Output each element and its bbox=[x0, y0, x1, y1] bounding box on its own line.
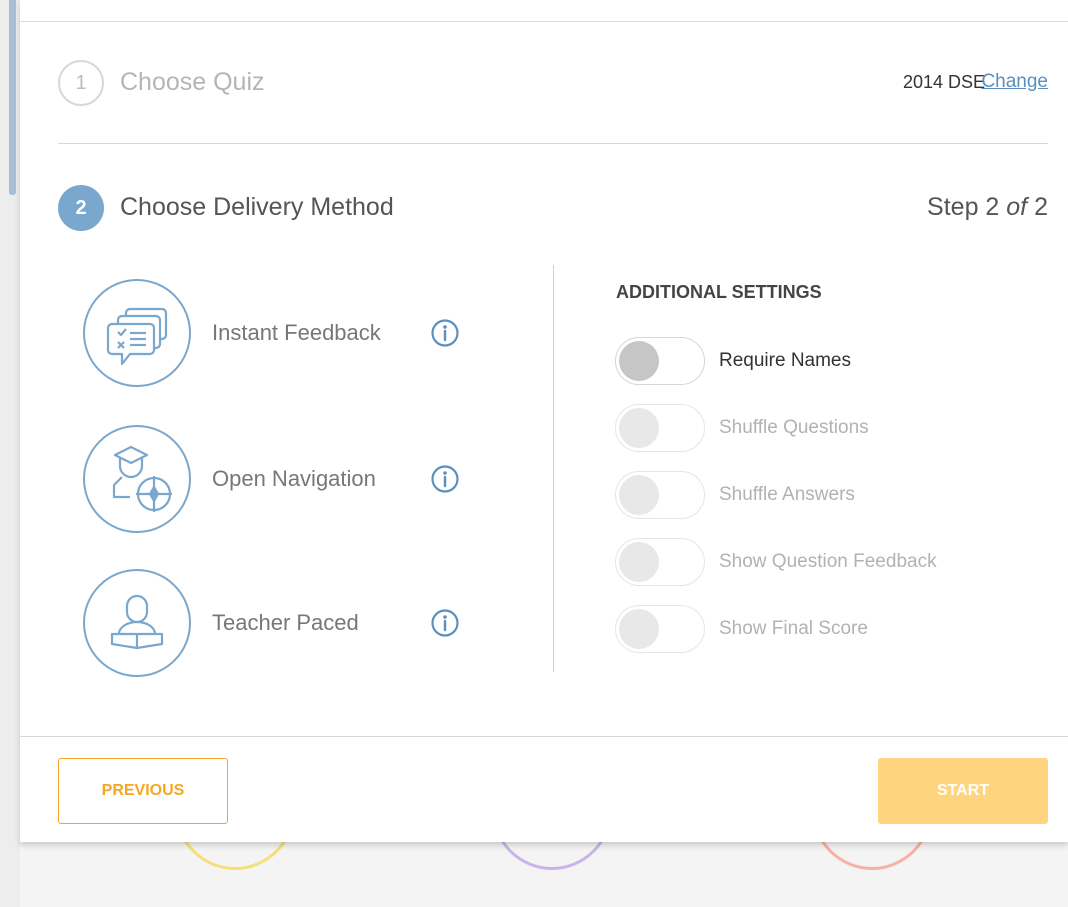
teacher-book-icon[interactable] bbox=[82, 568, 192, 678]
step-1-number: 1 bbox=[58, 60, 104, 106]
shuffle-answers-toggle[interactable] bbox=[615, 471, 705, 519]
delivery-method-teacher-paced[interactable]: Teacher Paced bbox=[82, 568, 482, 678]
change-quiz-link[interactable]: Change bbox=[981, 71, 1048, 93]
page-left-strip bbox=[0, 0, 20, 907]
column-divider bbox=[553, 265, 554, 672]
info-icon[interactable] bbox=[430, 464, 460, 494]
setting-label: Shuffle Answers bbox=[719, 484, 855, 505]
setting-show-final-score: Show Final Score bbox=[615, 605, 1035, 653]
scrollbar-thumb[interactable] bbox=[9, 0, 16, 195]
toggle-knob bbox=[619, 475, 659, 515]
footer-divider bbox=[20, 736, 1068, 737]
setting-label: Show Final Score bbox=[719, 618, 868, 639]
top-divider bbox=[20, 21, 1068, 22]
require-names-toggle[interactable] bbox=[615, 337, 705, 385]
step-indicator: Step 2 of 2 bbox=[927, 193, 1048, 222]
toggle-knob bbox=[619, 341, 659, 381]
shuffle-questions-toggle[interactable] bbox=[615, 404, 705, 452]
step-2-title: Choose Delivery Method bbox=[120, 193, 394, 221]
step-2-number: 2 bbox=[58, 185, 104, 231]
additional-settings-title: ADDITIONAL SETTINGS bbox=[616, 282, 822, 302]
start-button[interactable]: START bbox=[878, 758, 1048, 824]
step-indicator-of: of bbox=[1006, 193, 1028, 221]
delivery-method-instant-feedback[interactable]: Instant Feedback bbox=[82, 278, 482, 388]
step-indicator-current: Step 2 bbox=[927, 193, 1000, 221]
setting-shuffle-answers: Shuffle Answers bbox=[615, 471, 1035, 519]
info-icon[interactable] bbox=[430, 318, 460, 348]
toggle-knob bbox=[619, 408, 659, 448]
selected-quiz-name: 2014 DSE bbox=[902, 72, 985, 92]
toggle-knob bbox=[619, 542, 659, 582]
setting-shuffle-questions: Shuffle Questions bbox=[615, 404, 1035, 452]
setting-label: Shuffle Questions bbox=[719, 417, 869, 438]
setting-label: Show Question Feedback bbox=[719, 551, 937, 572]
show-final-score-toggle[interactable] bbox=[615, 605, 705, 653]
step-1-title[interactable]: Choose Quiz bbox=[120, 68, 265, 97]
show-question-feedback-toggle[interactable] bbox=[615, 538, 705, 586]
setting-label: Require Names bbox=[719, 350, 851, 371]
student-compass-icon[interactable] bbox=[82, 424, 192, 534]
delivery-method-open-navigation[interactable]: Open Navigation bbox=[82, 424, 482, 534]
setting-show-question-feedback: Show Question Feedback bbox=[615, 538, 1035, 586]
method-label: Open Navigation bbox=[212, 466, 376, 491]
chat-feedback-icon[interactable] bbox=[82, 278, 192, 388]
start-quiz-modal: 1 Choose Quiz 2014 DSE Change 2 Choose D… bbox=[20, 0, 1068, 842]
step-divider bbox=[58, 143, 1048, 144]
toggle-knob bbox=[619, 609, 659, 649]
step-indicator-total: 2 bbox=[1034, 193, 1048, 221]
previous-button[interactable]: PREVIOUS bbox=[58, 758, 228, 824]
method-label: Instant Feedback bbox=[212, 320, 381, 345]
info-icon[interactable] bbox=[430, 608, 460, 638]
setting-require-names: Require Names bbox=[615, 337, 1035, 385]
method-label: Teacher Paced bbox=[212, 610, 359, 635]
